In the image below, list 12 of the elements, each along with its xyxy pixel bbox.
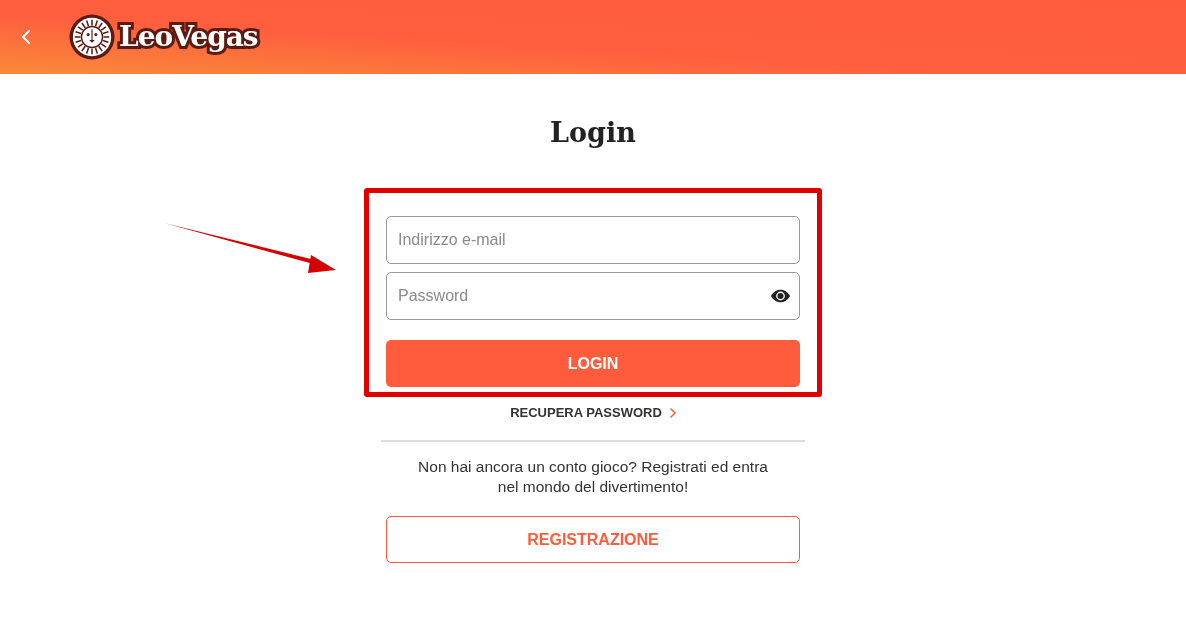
logo-emblem-icon — [69, 14, 115, 60]
eye-icon[interactable] — [770, 289, 791, 303]
password-field[interactable]: Password — [386, 272, 800, 320]
chevron-left-icon — [21, 29, 31, 45]
login-button[interactable]: LOGIN — [386, 340, 800, 387]
register-button[interactable]: REGISTRAZIONE — [386, 516, 800, 563]
recover-password-link[interactable]: RECUPERA PASSWORD — [510, 403, 676, 423]
email-field[interactable]: Indirizzo e-mail — [386, 216, 800, 264]
chevron-right-icon — [669, 408, 676, 418]
page-title: Login — [550, 116, 636, 150]
signup-prompt: Non hai ancora un conto gioco? Registrati ed entra nel mondo del divertimento! — [417, 457, 769, 497]
logo-text: LeoVegas — [119, 23, 258, 51]
